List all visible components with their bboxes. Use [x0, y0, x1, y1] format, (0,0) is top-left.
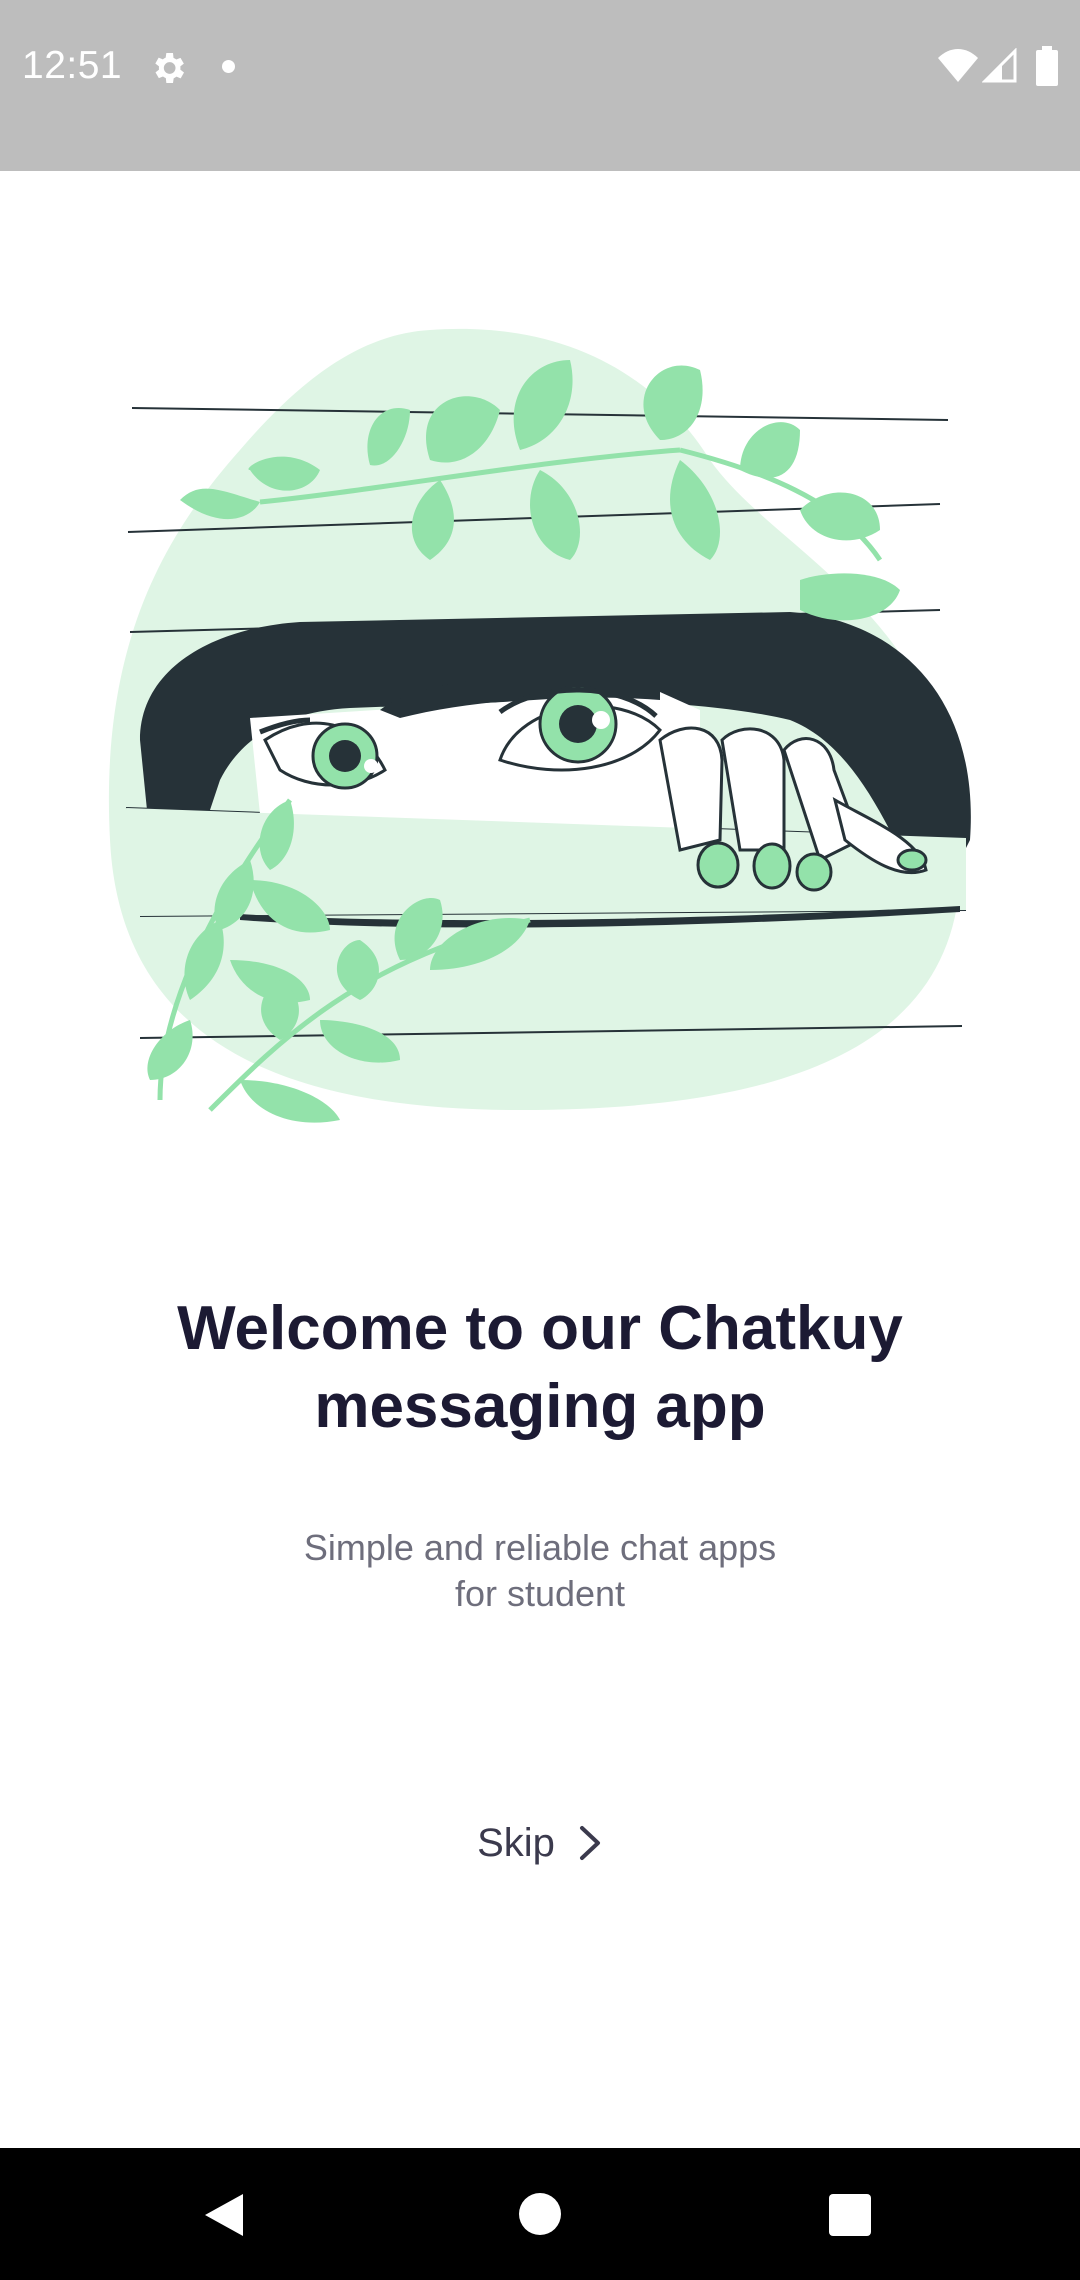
- chevron-right-icon: [579, 1826, 600, 1860]
- skip-button[interactable]: Skip: [452, 1808, 628, 1878]
- status-bar: 12:51: [0, 0, 1080, 171]
- signal-icon: [982, 48, 1017, 83]
- page-title: Welcome to our Chatkuy messaging app: [90, 1290, 990, 1446]
- title-line-1: Welcome to our Chatkuy: [177, 1294, 903, 1363]
- home-icon[interactable]: [519, 2193, 561, 2235]
- welcome-illustration: [108, 328, 971, 1123]
- skip-label: Skip: [477, 1820, 555, 1865]
- recents-icon[interactable]: [829, 2194, 871, 2236]
- back-icon[interactable]: [203, 2192, 245, 2238]
- subtitle-line-1: Simple and reliable chat apps: [303, 1527, 777, 1568]
- subtitle-line-2: for student: [454, 1573, 626, 1614]
- onboarding-screen: 12:51 Welcome to our Chatkuy messaging a…: [0, 0, 1080, 2280]
- wifi-icon: [938, 49, 978, 82]
- status-time: 12:51: [22, 44, 123, 87]
- page-subtitle: Simple and reliable chat apps for studen…: [190, 1525, 890, 1617]
- navigation-bar: [0, 2148, 1080, 2280]
- notification-dot-icon: [222, 60, 235, 73]
- battery-icon: [1036, 46, 1058, 86]
- gear-icon: [155, 53, 184, 83]
- title-line-2: messaging app: [314, 1372, 766, 1441]
